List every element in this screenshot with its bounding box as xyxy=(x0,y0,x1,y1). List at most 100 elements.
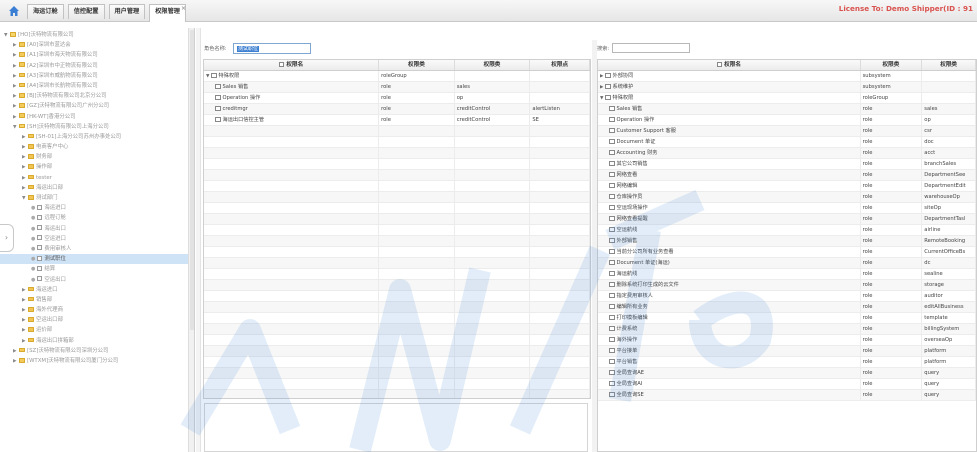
tab-2[interactable]: 信控配置 xyxy=(67,4,105,19)
tree-node[interactable]: ▶ 海外代理商 xyxy=(0,305,194,315)
permission-row[interactable]: 当前分公司所有业务查看 role CurrentOfficeBs xyxy=(598,247,976,258)
role-col-header[interactable]: 权限点 xyxy=(530,60,590,70)
permission-row[interactable]: Customer Support 客服 role csr xyxy=(598,126,976,137)
tab-3[interactable]: 用户管理 xyxy=(108,4,146,19)
close-icon[interactable]: × xyxy=(181,5,186,12)
role-row[interactable]: Sales 销售 role sales xyxy=(204,82,590,93)
collapse-handle[interactable]: › xyxy=(0,224,14,252)
tree-node[interactable]: ▶ 操作部 xyxy=(0,162,194,172)
checkbox-icon[interactable] xyxy=(211,72,217,78)
tree-scrollbar-thumb[interactable] xyxy=(190,30,194,330)
permission-row[interactable]: 全局查询AE role query xyxy=(598,368,976,379)
permission-search-input[interactable] xyxy=(612,43,690,53)
tree-node[interactable]: ▶ 海运出口部 xyxy=(0,183,194,193)
permission-row[interactable]: 空运现场操作 role siteOp xyxy=(598,203,976,214)
permission-row[interactable]: Document 单证 role doc xyxy=(598,137,976,148)
checkbox-icon[interactable] xyxy=(609,303,615,309)
checkbox-icon[interactable] xyxy=(609,171,615,177)
checkbox-icon[interactable] xyxy=(609,116,615,122)
checkbox-icon[interactable] xyxy=(609,127,615,133)
checkbox-icon[interactable] xyxy=(609,325,615,331)
tab-4[interactable]: 权限管理 × xyxy=(149,4,186,22)
tree-node[interactable]: ▶ 海运进口 xyxy=(0,285,194,295)
tree-node[interactable]: ● 空运进口 xyxy=(0,234,194,244)
checkbox-icon[interactable] xyxy=(609,281,615,287)
all-permissions-grid[interactable]: 权限名 权限类 权限类 ▶ 外部协同 subsystem ▶ 系统维护 subsystem ▼ 特… xyxy=(597,59,977,452)
tree-node[interactable]: ▶ [HK-WT]香港分公司 xyxy=(0,112,194,122)
checkbox-icon[interactable] xyxy=(609,380,615,386)
checkbox-icon[interactable] xyxy=(605,72,611,78)
tree-node[interactable]: ▶ [GZ]沃特物流有限公司广州分公司 xyxy=(0,101,194,111)
permission-row[interactable]: Document 单证(海运) role dc xyxy=(598,258,976,269)
checkbox-icon[interactable] xyxy=(609,149,615,155)
checkbox-icon[interactable] xyxy=(605,94,611,100)
checkbox-icon[interactable] xyxy=(609,215,615,221)
permission-row[interactable]: ▶ 外部协同 subsystem xyxy=(598,71,976,82)
organization-tree[interactable]: ▼ [HO]沃特物流有限公司 ▶ [A0]深圳市蓝达会 ▶ [A1]深圳市海天物流有限公司… xyxy=(0,28,195,452)
permission-row[interactable]: 仓库操作员 role warehouseOp xyxy=(598,192,976,203)
permission-row[interactable]: 网络查看提醒 role DepartmentTasl xyxy=(598,214,976,225)
checkbox-icon[interactable] xyxy=(609,248,615,254)
checkbox-icon[interactable] xyxy=(609,292,615,298)
permission-row[interactable]: 计费系统 role billingSystem xyxy=(598,324,976,335)
tree-node[interactable]: ▶ 电商客户中心 xyxy=(0,142,194,152)
role-col-header[interactable]: 权限类 xyxy=(379,60,455,70)
tree-scrollbar[interactable] xyxy=(188,28,194,452)
permission-row[interactable]: 删除系统打印生成的云文件 role storage xyxy=(598,280,976,291)
permission-row[interactable]: 网络编辑 role DepartmentEdit xyxy=(598,181,976,192)
tree-node[interactable]: ● 海运进口 xyxy=(0,203,194,213)
role-col-header[interactable]: 权限名 xyxy=(204,60,380,70)
tree-node[interactable]: ▶ 运价部 xyxy=(0,325,194,335)
tree-node[interactable]: ▶ [SH-01]上海分公司苏州办事处公司 xyxy=(0,132,194,142)
tree-node[interactable]: ▶ 空运出口部 xyxy=(0,315,194,325)
tree-node[interactable]: ▶ tester xyxy=(0,173,194,183)
checkbox-icon[interactable] xyxy=(609,270,615,276)
role-permission-grid[interactable]: 权限名 权限类 权限类 权限点 ▼ 特殊权限 roleGroup Sales 销售 role s… xyxy=(203,59,591,399)
tree-node[interactable]: ▼ [SH]沃特物流有限公司上海分公司 xyxy=(0,122,194,132)
tree-node[interactable]: ● 结算 xyxy=(0,264,194,274)
permission-row[interactable]: 空运航线 role airline xyxy=(598,225,976,236)
permission-col-header[interactable]: 权限类 xyxy=(922,60,976,70)
checkbox-icon[interactable] xyxy=(609,391,615,397)
tree-node[interactable]: ▶ [BJ]沃特物流有限公司北京分公司 xyxy=(0,91,194,101)
permission-row[interactable]: 海外操作 role overseaOp xyxy=(598,335,976,346)
checkbox-icon[interactable] xyxy=(609,226,615,232)
checkbox-icon[interactable] xyxy=(609,358,615,364)
permission-row[interactable]: 平台销售 role platform xyxy=(598,357,976,368)
tree-node[interactable]: ▶ 海运出口拼箱部 xyxy=(0,336,194,346)
permission-row[interactable]: Accounting 财务 role acct xyxy=(598,148,976,159)
permission-row[interactable]: Operation 操作 role op xyxy=(598,115,976,126)
checkbox-icon[interactable] xyxy=(609,105,615,111)
permission-row[interactable]: Sales 销售 role sales xyxy=(598,104,976,115)
role-row[interactable]: ▼ 特殊权限 roleGroup xyxy=(204,71,590,82)
permission-row[interactable]: 其它公司销售 role branchSales xyxy=(598,159,976,170)
role-col-header[interactable]: 权限类 xyxy=(455,60,531,70)
tree-node[interactable]: ▶ [WTXM]沃特物流有限公司厦门分公司 xyxy=(0,356,194,366)
checkbox-icon[interactable] xyxy=(609,182,615,188)
checkbox-icon[interactable] xyxy=(215,83,221,89)
checkbox-icon[interactable] xyxy=(215,94,221,100)
role-name-input[interactable]: 测试职位 xyxy=(233,43,311,54)
checkbox-icon[interactable] xyxy=(609,259,615,265)
tree-node[interactable]: ▶ [SZ]沃特物流有限公司深圳分公司 xyxy=(0,346,194,356)
tree-node[interactable]: ▶ 销售部 xyxy=(0,295,194,305)
checkbox-icon[interactable] xyxy=(609,193,615,199)
tree-node[interactable]: ▶ [A2]深圳市中正物流有限公司 xyxy=(0,61,194,71)
checkbox-icon[interactable] xyxy=(609,138,615,144)
checkbox-icon[interactable] xyxy=(609,237,615,243)
permission-row[interactable]: ▶ 系统维护 subsystem xyxy=(598,82,976,93)
checkbox-icon[interactable] xyxy=(215,116,221,122)
permission-row[interactable]: 外部销售 role RemoteBooking xyxy=(598,236,976,247)
permission-row[interactable]: 网络查看 role DepartmentSee xyxy=(598,170,976,181)
checkbox-icon[interactable] xyxy=(609,160,615,166)
permission-row[interactable]: 海运航线 role sealine xyxy=(598,269,976,280)
permission-row[interactable]: ▼ 特殊权限 roleGroup xyxy=(598,93,976,104)
role-row[interactable]: 海运出口信控主管 role creditControl SE xyxy=(204,115,590,126)
permission-col-header[interactable]: 权限类 xyxy=(861,60,923,70)
checkbox-icon[interactable] xyxy=(609,204,615,210)
select-all-checkbox[interactable] xyxy=(716,61,723,67)
tree-node[interactable]: ▼ [HO]沃特物流有限公司 xyxy=(0,30,194,40)
role-row[interactable]: creditmgr role creditControl alertListen xyxy=(204,104,590,115)
home-icon[interactable] xyxy=(8,5,20,17)
tree-node[interactable]: ▶ [A3]深圳市威航物流有限公司 xyxy=(0,71,194,81)
